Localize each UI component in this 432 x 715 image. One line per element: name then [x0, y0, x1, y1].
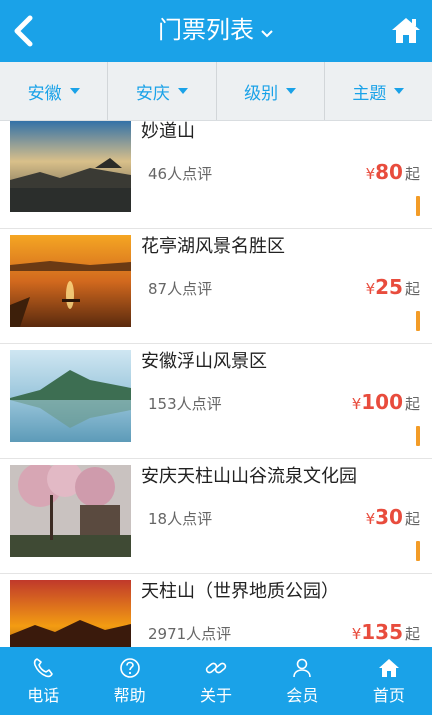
tab-phone[interactable]: 电话: [0, 647, 86, 715]
price-tag: ¥80 起: [366, 158, 420, 188]
ticket-list[interactable]: 妙道山 46人点评 ¥80 起 花亭湖风景名胜区 87人点评 ¥25 起 安徽浮…: [0, 121, 432, 647]
item-name: 安庆天柱山山谷流泉文化园: [141, 466, 357, 487]
review-count: 2971人点评: [148, 625, 232, 643]
filter-city[interactable]: 安庆: [108, 62, 217, 120]
scenic-thumbnail: [10, 580, 131, 647]
currency-symbol: ¥: [365, 280, 376, 298]
scenic-thumbnail: [10, 121, 131, 212]
item-name: 妙道山: [141, 121, 195, 142]
review-count: 18人点评: [148, 510, 213, 528]
filter-label: 主题: [352, 83, 387, 104]
accent-bar: [416, 541, 420, 561]
tab-label: 电话: [27, 685, 60, 705]
accent-bar: [416, 426, 420, 446]
link-icon: [205, 662, 227, 673]
review-count: 87人点评: [148, 280, 213, 298]
review-count: 153人点评: [148, 395, 222, 413]
price-suffix: 起: [404, 165, 420, 183]
phone-icon: [34, 657, 54, 677]
price-suffix: 起: [404, 625, 420, 643]
header-bar: 门票列表: [0, 0, 432, 62]
tab-member[interactable]: 会员: [259, 647, 345, 715]
bottom-tab-bar: 电话 帮助 关于 会员 首页: [0, 647, 432, 715]
accent-bar: [416, 196, 420, 216]
list-item[interactable]: 天柱山（世界地质公园） 2971人点评 ¥135 起: [0, 574, 432, 647]
tab-label: 首页: [372, 685, 405, 705]
price-tag: ¥25 起: [366, 273, 420, 303]
dropdown-triangle-icon: [286, 88, 297, 94]
accent-bar: [416, 311, 420, 331]
tab-home[interactable]: 首页: [346, 647, 432, 715]
price-value: 30: [375, 505, 403, 529]
scenic-thumbnail: [10, 465, 131, 557]
page-title: 门票列表: [158, 16, 254, 44]
filter-label: 安庆: [135, 83, 170, 104]
price-value: 25: [375, 275, 403, 299]
chevron-down-icon: [260, 15, 274, 47]
dropdown-triangle-icon: [394, 88, 405, 94]
price-value: 80: [375, 160, 403, 184]
help-icon: [119, 657, 140, 678]
list-item[interactable]: 安徽浮山风景区 153人点评 ¥100 起: [0, 344, 432, 459]
item-name: 花亭湖风景名胜区: [141, 236, 285, 257]
tab-about[interactable]: 关于: [173, 647, 259, 715]
review-count: 46人点评: [148, 165, 213, 183]
filter-theme[interactable]: 主题: [325, 62, 432, 120]
list-item[interactable]: 安庆天柱山山谷流泉文化园 18人点评 ¥30 起: [0, 459, 432, 574]
filter-province[interactable]: 安徽: [0, 62, 109, 120]
price-tag: ¥135 起: [352, 618, 420, 647]
currency-symbol: ¥: [351, 395, 362, 413]
tab-label: 会员: [286, 685, 319, 705]
price-suffix: 起: [404, 395, 420, 413]
tab-label: 帮助: [113, 685, 146, 705]
price-value: 135: [361, 620, 403, 644]
user-icon: [293, 658, 312, 677]
price-tag: ¥100 起: [352, 388, 420, 418]
currency-symbol: ¥: [365, 165, 376, 183]
page-title-dropdown[interactable]: 门票列表: [0, 14, 432, 47]
price-tag: ¥30 起: [366, 503, 420, 533]
filter-label: 安徽: [27, 83, 62, 104]
filter-level[interactable]: 级别: [217, 62, 325, 120]
scenic-thumbnail: [10, 235, 131, 327]
home-icon: [378, 658, 399, 677]
filter-label: 级别: [244, 83, 279, 104]
scenic-thumbnail: [10, 350, 131, 442]
home-icon: [392, 18, 420, 43]
list-item[interactable]: 花亭湖风景名胜区 87人点评 ¥25 起: [0, 229, 432, 344]
filter-bar: 安徽 安庆 级别 主题: [0, 62, 432, 121]
currency-symbol: ¥: [351, 625, 362, 643]
price-value: 100: [361, 390, 403, 414]
currency-symbol: ¥: [365, 510, 376, 528]
home-button[interactable]: [390, 15, 422, 45]
item-name: 天柱山（世界地质公园）: [141, 581, 339, 602]
price-suffix: 起: [404, 280, 420, 298]
item-name: 安徽浮山风景区: [141, 351, 267, 372]
dropdown-triangle-icon: [177, 88, 188, 94]
list-item[interactable]: 妙道山 46人点评 ¥80 起: [0, 121, 432, 229]
tab-label: 关于: [200, 685, 233, 705]
tab-help[interactable]: 帮助: [86, 647, 172, 715]
dropdown-triangle-icon: [69, 88, 80, 94]
price-suffix: 起: [404, 510, 420, 528]
